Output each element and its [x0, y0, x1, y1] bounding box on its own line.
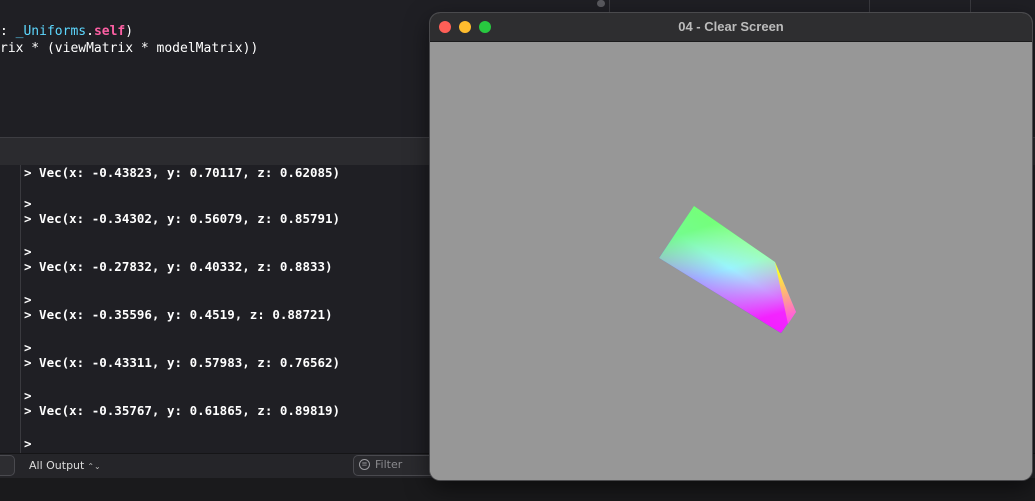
chevron-updown-icon: ⌃⌄ [87, 462, 101, 471]
filter-icon: ≡ [359, 459, 370, 470]
window-title: 04 - Clear Screen [678, 19, 784, 34]
code-line-1: : _Uniforms.self) [0, 23, 133, 41]
console-output-line: > Vec(x: -0.43311, y: 0.57983, z: 0.7656… [24, 355, 341, 370]
pane-divider [609, 0, 610, 13]
app-window[interactable]: 04 - Clear Screen [430, 13, 1032, 480]
code-token-prefix: : [0, 24, 16, 39]
filter-placeholder: Filter [375, 458, 403, 471]
code-line-2: rix * (viewMatrix * modelMatrix)) [0, 41, 259, 56]
console-prompt: > [24, 196, 32, 211]
editor-scrollbar-thumb[interactable] [597, 0, 605, 7]
console-output-line: > Vec(x: -0.34302, y: 0.56079, z: 0.8579… [24, 211, 341, 226]
output-filter-label: All Output [29, 459, 85, 472]
console-prompt: > [24, 340, 32, 355]
console-prompt: > [24, 244, 32, 259]
status-strip [0, 478, 1035, 501]
render-viewport[interactable] [430, 42, 1032, 480]
console-prompt: > [24, 292, 32, 307]
code-token-keyword: self [93, 24, 126, 39]
console-prompt: > [24, 388, 32, 403]
pane-divider [869, 0, 870, 13]
window-titlebar[interactable]: 04 - Clear Screen [430, 13, 1032, 42]
console-output-line: > Vec(x: -0.35767, y: 0.61865, z: 0.8981… [24, 403, 341, 418]
console-divider [20, 165, 21, 453]
code-token-dot: . [86, 24, 94, 39]
console-output-line: > Vec(x: -0.43823, y: 0.70117, z: 0.6208… [24, 165, 341, 180]
variables-toggle-button[interactable] [0, 455, 15, 476]
code-token-suffix: ) [125, 24, 134, 39]
code-token-type: _Uniforms [15, 24, 87, 39]
pane-divider [970, 0, 971, 13]
output-filter-popup[interactable]: All Output ⌃⌄ [29, 459, 101, 473]
console-output-line: > Vec(x: -0.35596, y: 0.4519, z: 0.88721… [24, 307, 333, 322]
console-output-line: > Vec(x: -0.27832, y: 0.40332, z: 0.8833… [24, 259, 333, 274]
console-prompt: > [24, 436, 32, 451]
